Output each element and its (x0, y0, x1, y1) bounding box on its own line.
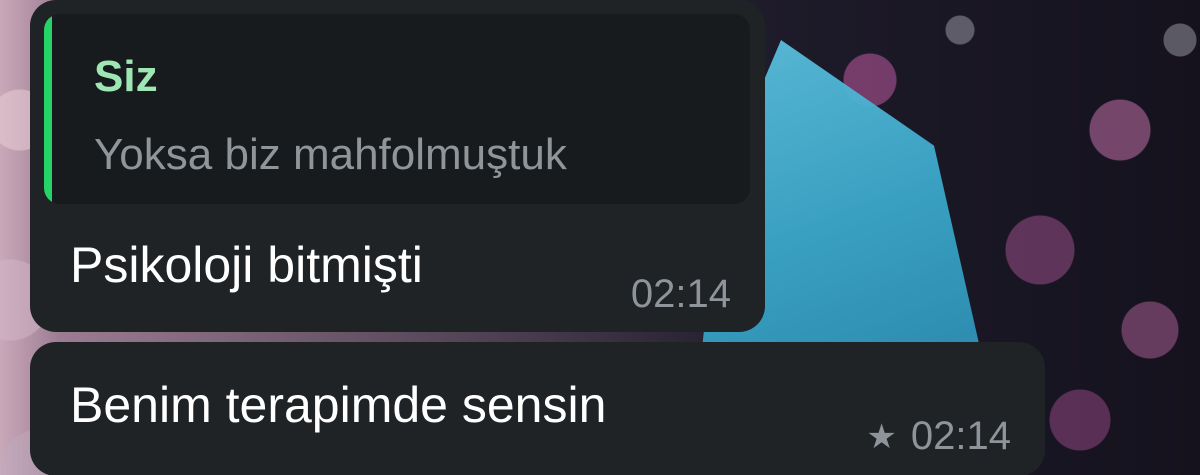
chat-background: Siz Yoksa biz mahfolmuştuk Psikoloji bit… (0, 0, 1200, 475)
quoted-message[interactable]: Siz Yoksa biz mahfolmuştuk (44, 14, 750, 204)
message-time: 02:14 (910, 414, 1011, 458)
quote-author: Siz (94, 52, 158, 101)
message-text: Psikoloji bitmişti (70, 237, 423, 293)
quote-accent-bar (44, 14, 52, 204)
star-icon: ★ (866, 417, 897, 456)
message-meta: 02:14 (631, 272, 731, 317)
message-bubble[interactable]: Siz Yoksa biz mahfolmuştuk Psikoloji bit… (30, 0, 765, 332)
message-meta: ★ 02:14 (866, 414, 1011, 459)
message-text: Benim terapimde sensin (70, 377, 607, 433)
message-bubble[interactable]: Benim terapimde sensin ★ 02:14 (30, 342, 1045, 475)
quote-text: Yoksa biz mahfolmuştuk (94, 130, 567, 179)
message-time: 02:14 (630, 272, 731, 316)
